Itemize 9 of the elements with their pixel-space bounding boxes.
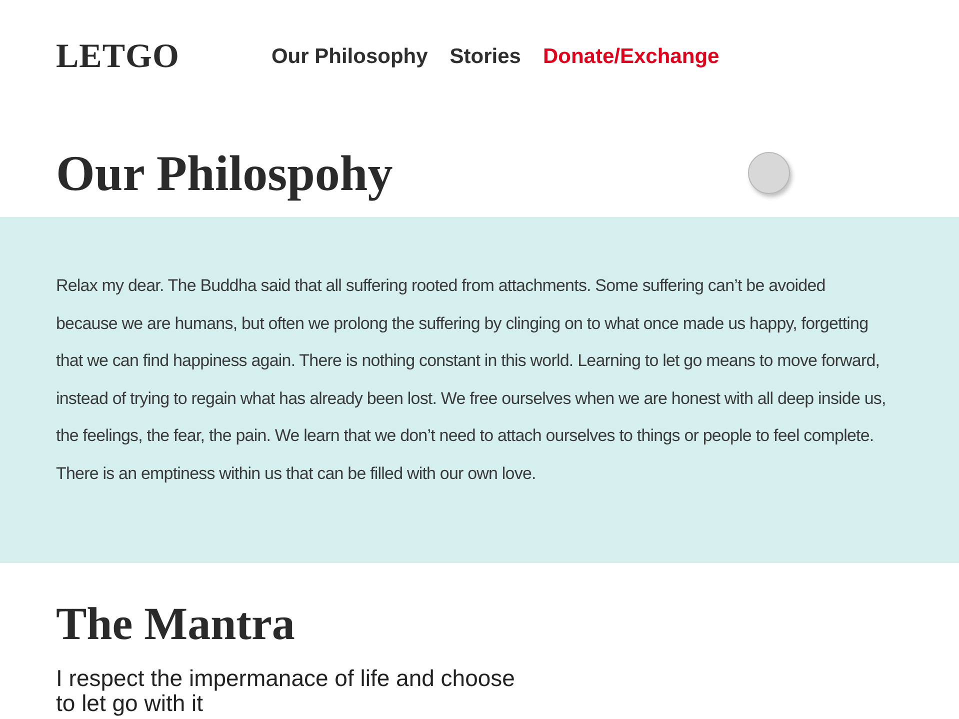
- circle-icon: [748, 152, 790, 194]
- nav-link[interactable]: Donate/Exchange: [542, 45, 720, 69]
- site-logo[interactable]: LETGO: [56, 38, 180, 76]
- philosophy-paragraph: Relax my dear. The Buddha said that all suffering rooted from attachments. Some suffering can’t be avoided because we are humans, but often we prolong the suffering by clinging on to what once made us happy, forgetting that we can find happiness again. There is nothing constant in this world. Learning to let go means to move forward, instead of trying to regain what has already been lost. We free ourselves when we are honest with all deep inside us, the feelings, the fear, the pain. We learn that we don’t need to attach ourselves to things or people to feel complete. There is an emptiness within us that can be filled with our own love.: [56, 275, 886, 484]
- section-heading: The Mantra: [56, 597, 295, 650]
- nav-link[interactable]: Stories: [450, 45, 521, 69]
- mantra-text: I respect the impermanace of life and choose to let go with it: [56, 666, 516, 716]
- nav-link[interactable]: Our Philosophy: [271, 45, 428, 69]
- section-heading: Our Philospohy: [56, 144, 393, 203]
